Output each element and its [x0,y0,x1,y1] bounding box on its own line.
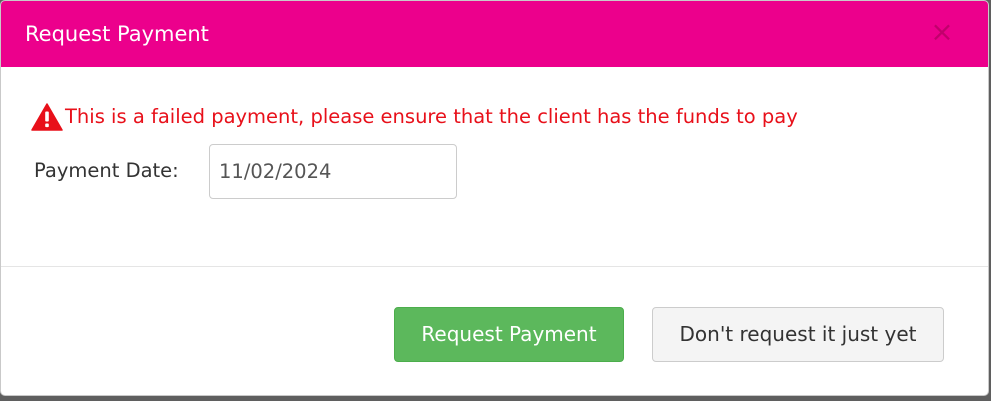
dont-request-button[interactable]: Don't request it just yet [652,307,944,362]
modal-title: Request Payment [25,22,209,46]
alert-message: This is a failed payment, please ensure … [65,105,798,128]
close-icon: × [930,15,954,48]
payment-date-label: Payment Date: [34,159,179,182]
modal-header: Request Payment × [1,1,988,67]
payment-date-input[interactable] [209,144,457,199]
request-payment-button[interactable]: Request Payment [394,307,624,362]
request-payment-modal: Request Payment × This is a failed payme… [0,0,989,396]
modal-footer-divider [1,266,988,267]
warning-icon [31,103,63,131]
failed-payment-alert: This is a failed payment, please ensure … [31,102,798,132]
close-button[interactable]: × [930,18,954,46]
